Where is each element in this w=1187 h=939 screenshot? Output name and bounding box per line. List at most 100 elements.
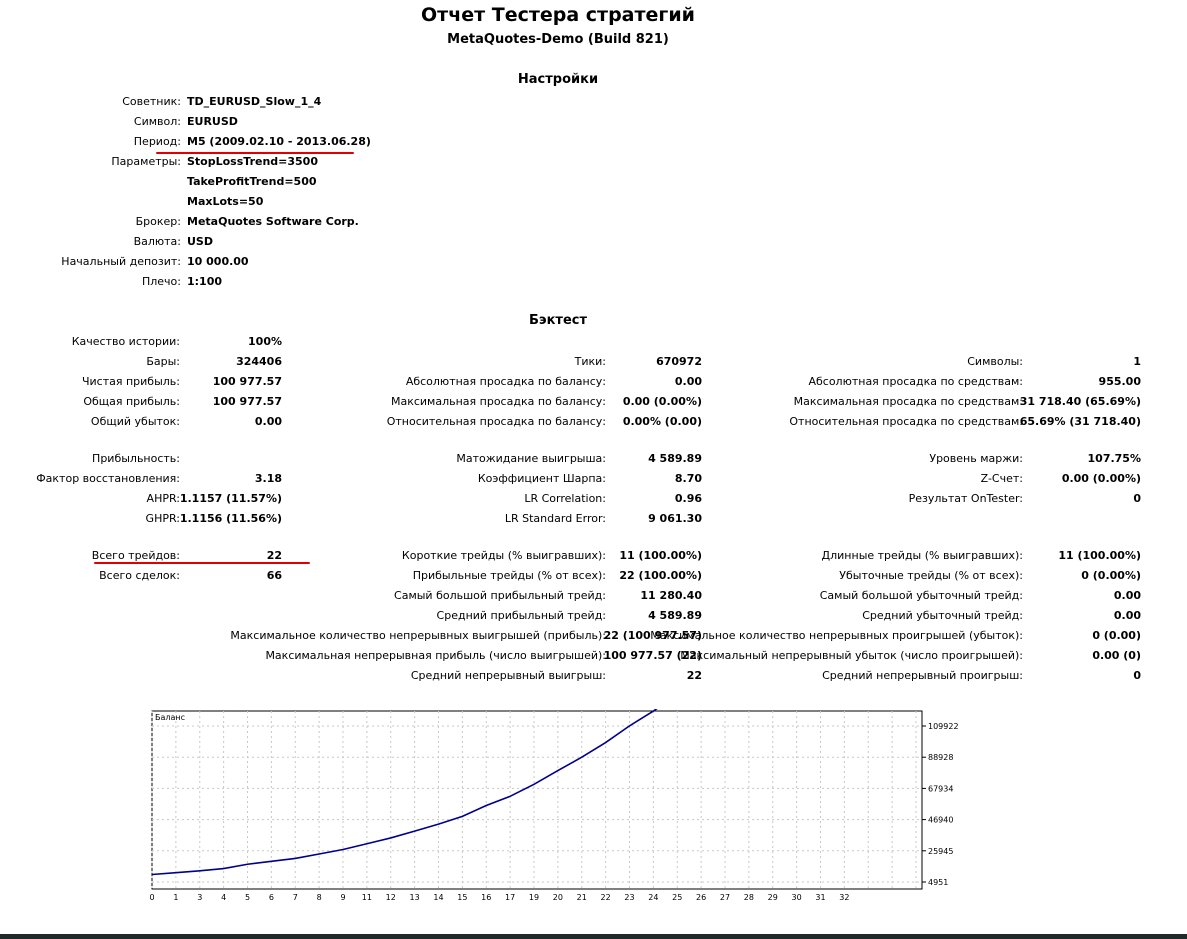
backtest-label: Максимальный непрерывный убыток (число п… [680,649,1023,662]
backtest-value: 0 [1133,669,1141,682]
backtest-label: Абсолютная просадка по средствам: [808,375,1023,388]
backtest-value: 11 (100.00%) [1058,549,1141,562]
backtest-value: 100% [248,335,282,348]
chart-x-tick-label: 4 [221,893,226,902]
chart-x-tick-label: 27 [720,893,730,902]
chart-x-tick-label: 0 [150,893,155,902]
chart-x-tick-label: 5 [245,893,250,902]
backtest-label: Средний убыточный трейд: [862,609,1023,622]
chart-x-tick-label: 14 [433,893,443,902]
backtest-value: 0.00 [1113,589,1141,602]
backtest-value: 0 (0.00) [1092,629,1141,642]
chart-x-tick-label: 9 [340,893,345,902]
chart-x-tick-label: 28 [744,893,754,902]
backtest-label: Самый большой убыточный трейд: [819,589,1023,602]
settings-label: Валюта: [133,235,181,248]
settings-value: EURUSD [187,115,238,128]
chart-y-tick-label: 109922 [928,722,959,731]
settings-row: Плечо: 1:100 [0,274,700,290]
settings-row: Период: M5 (2009.02.10 - 2013.06.28) [0,134,700,150]
backtest-value: 0 [1133,492,1141,505]
chart-x-tick-label: 6 [269,893,274,902]
chart-x-tick-label: 24 [648,893,658,902]
settings-value: MetaQuotes Software Corp. [187,215,359,228]
backtest-value: 0.00 [1113,609,1141,622]
footer-bar [0,934,1187,939]
backtest-value: 31 718.40 (65.69%) [1019,395,1141,408]
chart-x-tick-label: 15 [457,893,467,902]
settings-row: Брокер: MetaQuotes Software Corp. [0,214,700,230]
backtest-label: Z-Счет: [980,472,1023,485]
settings-label: Начальный депозит: [61,255,181,268]
chart-x-tick-label: 3 [197,893,202,902]
settings-label: Период: [133,135,181,148]
chart-x-tick-label: 12 [386,893,396,902]
chart-x-tick-label: 19 [529,893,539,902]
backtest-label: Символы: [967,355,1023,368]
settings-label: Советник: [122,95,181,108]
settings-row: Параметры: StopLossTrend=3500 [0,154,700,170]
backtest-value: 9 061.30 [648,512,702,525]
backtest-label: Средний непрерывный проигрыш: [822,669,1023,682]
settings-label: Параметры: [111,155,181,168]
settings-label: Символ: [133,115,181,128]
settings-value: StopLossTrend=3500 [187,155,318,168]
chart-x-tick-label: 32 [839,893,849,902]
chart-x-tick-label: 23 [624,893,634,902]
chart-x-tick-label: 26 [696,893,706,902]
chart-x-tick-label: 22 [601,893,611,902]
backtest-label: Уровень маржи: [929,452,1023,465]
settings-label: Брокер: [135,215,181,228]
backtest-value: 0 (0.00%) [1081,569,1141,582]
chart-y-tick-label: 4951 [928,878,948,887]
chart-title: Баланс [155,713,185,722]
backtest-value: 107.75% [1087,452,1141,465]
settings-value: TakeProfitTrend=500 [187,175,317,188]
chart-x-tick-label: 13 [410,893,420,902]
settings-value: TD_EURUSD_Slow_1_4 [187,95,322,108]
settings-row: TakeProfitTrend=500 [0,174,700,190]
chart-x-tick-label: 17 [505,893,515,902]
settings-value: USD [187,235,213,248]
total-trades-highlight-underline [94,562,310,564]
chart-x-tick-label: 7 [293,893,298,902]
backtest-label: Результат OnTester: [908,492,1023,505]
settings-value: 1:100 [187,275,223,288]
settings-row: Начальный депозит: 10 000.00 [0,254,700,270]
period-highlight-underline [156,152,354,154]
settings-row: Валюта: USD [0,234,700,250]
chart-x-tick-label: 31 [815,893,825,902]
backtest-label: Убыточные трейды (% от всех): [839,569,1023,582]
backtest-section-title: Бэктест [528,313,588,328]
settings-label: Плечо: [141,275,181,288]
report-subtitle: MetaQuotes-Demo (Build 821) [447,32,669,47]
chart-x-tick-label: 21 [577,893,587,902]
chart-x-tick-label: 16 [481,893,491,902]
settings-row: Символ: EURUSD [0,114,700,130]
backtest-value: 65.69% (31 718.40) [1019,415,1141,428]
chart-x-tick-label: 30 [792,893,802,902]
chart-x-tick-label: 8 [317,893,322,902]
chart-x-tick-label: 1 [173,893,178,902]
chart-y-tick-label: 25945 [928,847,953,856]
settings-value: 10 000.00 [187,255,249,268]
chart-y-tick-label: 88928 [928,753,953,762]
chart-x-tick-label: 29 [768,893,778,902]
chart-x-tick-label: 25 [672,893,682,902]
settings-row: MaxLots=50 [0,194,700,210]
backtest-value: 955.00 [1098,375,1141,388]
backtest-value: 0.00 (0) [1092,649,1141,662]
balance-chart: 4951 25945 46940 67934 88928 109922 0 1 3 4 5 6 7 8 9 1… [149,694,980,909]
settings-value: M5 (2009.02.10 - 2013.06.28) [187,135,371,148]
chart-x-tick-label: 11 [362,893,372,902]
backtest-value: 1 [1133,355,1141,368]
backtest-value: 0.00 (0.00%) [1061,472,1141,485]
report-title: Отчет Тестера стратегий [421,4,695,26]
chart-y-tick-label: 46940 [928,816,953,825]
backtest-label: Максимальная просадка по средствам: [793,395,1023,408]
settings-section-title: Настройки [517,72,599,87]
chart-y-tick-label: 67934 [928,784,953,793]
backtest-label: Максимальное количество непрерывных прои… [650,629,1023,642]
backtest-label: Относительная просадка по средствам: [789,415,1023,428]
settings-value: MaxLots=50 [187,195,264,208]
